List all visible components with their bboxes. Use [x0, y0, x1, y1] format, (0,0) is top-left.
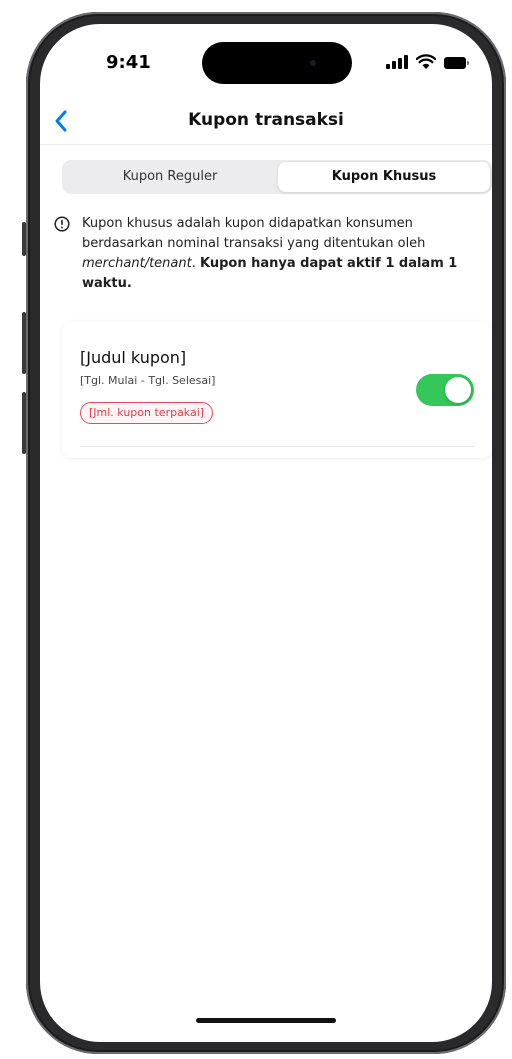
dynamic-island	[202, 42, 352, 84]
status-time: 9:41	[106, 52, 151, 73]
coupon-active-toggle[interactable]	[416, 374, 474, 406]
wifi-icon	[416, 54, 436, 69]
info-text: Kupon khusus adalah kupon didapatkan kon…	[82, 214, 472, 294]
status-bar: 9:41	[40, 24, 492, 98]
coupon-divider	[80, 446, 474, 447]
navigation-bar: Kupon transaksi	[40, 98, 492, 145]
info-text-part1: Kupon khusus adalah kupon didapatkan kon…	[82, 216, 426, 251]
volume-down-button	[22, 392, 26, 454]
info-text-italic: merchant/tenant	[82, 256, 192, 271]
tab-kupon-khusus[interactable]: Kupon Khusus	[278, 162, 490, 192]
canvas: 9:41 Kupon transaksi Kupon Reguler Kupon…	[0, 0, 512, 1059]
home-indicator[interactable]	[196, 1018, 336, 1023]
battery-icon	[444, 57, 470, 69]
coupon-card[interactable]: [Judul kupon] [Tgl. Mulai - Tgl. Selesai…	[62, 322, 492, 458]
coupon-dates: [Tgl. Mulai - Tgl. Selesai]	[80, 374, 216, 387]
battery-tip	[467, 61, 469, 65]
tab-kupon-reguler[interactable]: Kupon Reguler	[64, 162, 276, 192]
action-button	[22, 222, 26, 256]
camera-dot	[310, 60, 316, 66]
info-text-part2: .	[191, 256, 200, 271]
coupon-type-tabs: Kupon Reguler Kupon Khusus	[62, 160, 492, 194]
phone-screen: 9:41 Kupon transaksi Kupon Reguler Kupon…	[40, 24, 492, 1042]
exclamation-circle-icon	[54, 216, 70, 232]
coupon-title: [Judul kupon]	[80, 348, 187, 367]
volume-up-button	[22, 312, 26, 374]
signal-icon	[386, 55, 408, 69]
page-title: Kupon transaksi	[188, 110, 344, 130]
toggle-knob	[445, 377, 471, 403]
status-icons	[386, 54, 472, 71]
battery-level	[444, 57, 466, 69]
coupon-usage-badge: [Jml. kupon terpakai]	[80, 402, 214, 424]
